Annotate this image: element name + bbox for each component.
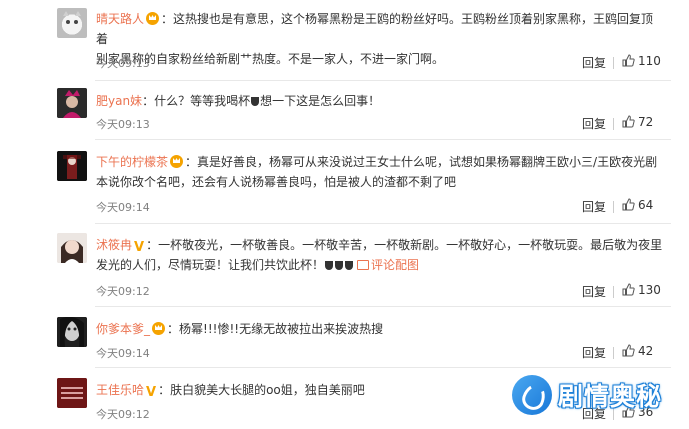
crown-badge-icon [146,12,160,25]
comment-text: 肤白貌美大长腿的oo姐，独自美丽吧 [170,383,365,397]
avatar[interactable] [57,8,87,38]
timestamp: 今天09:12 [96,408,150,421]
avatar[interactable] [57,378,87,408]
person-avatar-icon [57,317,87,347]
comment-item: 肥yan妹：什么？等等我喝杯 想一下这是怎么回事！ 今天09:13 回复 72 [0,81,689,139]
avatar[interactable] [57,317,87,347]
comment-text: 一杯敬夜光，一杯敬善良。一杯敬辛苦，一杯敬新剧。一杯敬好心，一杯敬玩耍。最后敬为… [158,238,663,252]
cup-emoji-icon [325,261,334,270]
verified-v-icon: V [134,240,145,255]
thumbs-up-icon [622,283,635,296]
like-button[interactable]: 130 [622,283,661,297]
divider [613,118,614,130]
like-button[interactable]: 42 [622,344,653,358]
comment-item: 晴天路人 ：这热搜也是有意思，这个杨幂黑粉是王鸥的粉丝好吗。王鸥粉丝顶着别家黑称，… [0,0,689,80]
comment-text: 本说你改个名吧，还会有人说杨幂善良吗，怕是被人的渣都不剩了吧 [96,175,457,189]
cat-avatar-icon [63,11,81,24]
username[interactable]: 下午的柠檬茶 [96,155,168,169]
timestamp: 今天09:13 [96,118,150,131]
username[interactable]: 你爹本爹_ [96,322,150,336]
timestamp: 今天09:13 [96,57,150,70]
comment-text: 什么？等等我喝杯 [154,94,251,108]
person-avatar-icon [57,151,87,181]
reply-button[interactable]: 回复 [582,198,606,215]
reply-button[interactable]: 回复 [582,115,606,132]
like-count: 42 [638,344,654,358]
verified-v-icon: V [146,385,157,400]
person-avatar-icon [57,88,87,118]
comment-text: 这热搜也是有意思，这个杨幂黑粉是王鸥的粉丝好吗。王鸥粉丝顶着别家黑称，王鸥回复顶… [96,12,654,46]
reply-button[interactable]: 回复 [582,344,606,361]
divider [613,286,614,298]
like-button[interactable]: 110 [622,54,661,68]
comment-text: 真是好善良，杨幂可从来没说过王女士什么呢，试想如果杨幂翻牌王欧小三/王欧夜光剧 [197,155,658,169]
cup-emoji-icon [251,97,260,106]
thumbs-up-icon [622,54,635,67]
comment-item: 沭筱冉 V ：一杯敬夜光，一杯敬善良。一杯敬辛苦，一杯敬新剧。一杯敬好心，一杯敬玩耍… [0,224,689,306]
username[interactable]: 王佳乐哈 [96,383,144,397]
comment-item: 下午的柠檬茶 ：真是好善良，杨幂可从来没说过王女士什么呢，试想如果杨幂翻牌王欧小三… [0,140,689,223]
like-count: 130 [638,283,661,297]
avatar[interactable] [57,233,87,263]
comment-list: 晴天路人 ：这热搜也是有意思，这个杨幂黑粉是王鸥的粉丝好吗。王鸥粉丝顶着别家黑称，… [0,0,689,429]
crown-badge-icon [152,322,166,335]
watermark: 剧情奥秘 [512,372,680,418]
timestamp: 今天09:14 [96,201,150,214]
like-count: 110 [638,54,661,68]
like-button[interactable]: 64 [622,198,653,212]
thumbs-up-icon [622,115,635,128]
avatar[interactable] [57,88,87,118]
thumbs-up-icon [622,344,635,357]
comment-text: 杨幂!!!惨!!无缘无故被拉出来挨波热搜 [179,322,384,336]
divider [613,57,614,69]
timestamp: 今天09:12 [96,285,150,298]
divider [613,347,614,359]
text-avatar-icon [57,378,87,408]
like-count: 72 [638,115,654,129]
image-icon [357,260,370,270]
cup-emoji-icon [335,261,344,270]
comment-text: 发光的人们，尽情玩耍！让我们共饮此杯！ [96,258,325,272]
thumbs-up-icon [622,198,635,211]
reply-button[interactable]: 回复 [582,283,606,300]
username[interactable]: 晴天路人 [96,12,144,26]
comment-text: 想一下这是怎么回事！ [260,94,381,108]
divider [613,201,614,213]
avatar[interactable] [57,151,87,181]
crown-badge-icon [170,155,184,168]
person-avatar-icon [57,233,87,263]
watermark-text: 剧情奥秘 [558,382,663,411]
username[interactable]: 肥yan妹 [96,94,142,108]
cup-emoji-icon [345,261,354,270]
like-button[interactable]: 72 [622,115,653,129]
username[interactable]: 沭筱冉 [96,238,132,252]
timestamp: 今天09:14 [96,347,150,360]
watermark-logo-icon [512,375,552,415]
comment-image-link[interactable]: 评论配图 [371,258,419,272]
comment-item: 你爹本爹_ ：杨幂!!!惨!!无缘无故被拉出来挨波热搜 今天09:14 回复 42 [0,307,689,367]
reply-button[interactable]: 回复 [582,54,606,71]
like-count: 64 [638,198,654,212]
